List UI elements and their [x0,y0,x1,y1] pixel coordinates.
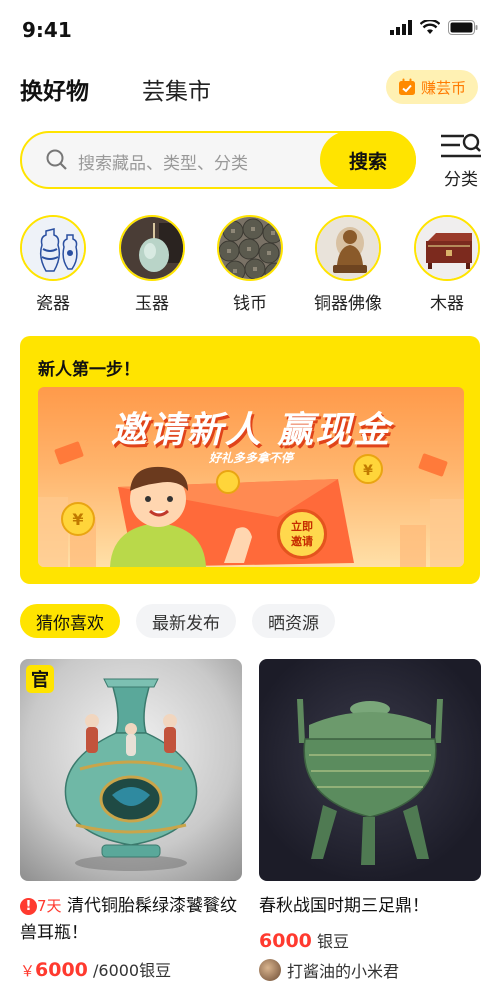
new-user-promo: 新人第一步！ ¥ ¥ 邀请新人 赢现金 好礼多多拿不停 立即 邀请 [20,336,480,584]
tab-exchange-label: 换好物 [20,79,89,105]
currency-symbol: ￥ [20,962,36,980]
wood-icon [414,215,480,281]
signal-icon [390,20,412,35]
category-search-icon [441,133,481,158]
price-unit: 银豆 [316,932,349,951]
price-row: ￥6000 /6000银豆 [20,957,242,981]
invite-label-line1: 立即 [291,520,313,533]
category-porcelain[interactable]: 瓷器 [18,215,88,314]
invite-label-line2: 邀请 [291,535,313,548]
banner-title: 邀请新人 赢现金 [110,410,392,451]
product-price: 6000 [259,930,312,952]
vase-illustration [64,678,198,871]
category-coins[interactable]: 钱币 [215,215,285,314]
product-card[interactable]: 春秋战国时期三足鼎！ 6000 银豆 打酱油的小米君 [259,659,481,982]
search-bar: 搜索藏品、类型、分类 搜索 [20,131,416,189]
banner-subtitle: 好礼多多拿不停 [208,451,293,465]
category-wood[interactable]: 木器 [412,215,482,314]
search-input[interactable]: 搜索藏品、类型、分类 [78,149,248,174]
feed-tabs: 猜你喜欢 最新发布 晒资源 [20,604,335,638]
tripod-ding-illustration [297,699,443,865]
category-label: 瓷器 [36,294,70,314]
official-badge: 官 [26,665,54,693]
product-title-row: ! 7天 清代铜胎髹绿漆饕餮纹兽耳瓶！ [20,893,242,947]
wifi-icon [420,20,440,34]
category-label: 木器 [430,294,464,314]
promo-title: 新人第一步！ [38,360,140,380]
status-time: 9:41 [22,18,72,42]
avatar [259,959,281,981]
invite-now-button[interactable]: 立即 邀请 [277,509,327,559]
bronze-buddha-icon [315,215,381,281]
seller-info[interactable]: 打酱油的小米君 [259,958,481,982]
days-left: 7天 [37,897,62,915]
earn-coins-label: 赚芸币 [420,78,466,97]
category-label: 铜器佛像 [314,294,382,314]
category-label: 钱币 [233,294,267,314]
product-title: 春秋战国时期三足鼎！ [259,896,429,916]
tab-market[interactable]: 芸集市 [142,72,211,106]
category-label: 分类 [444,170,478,190]
coin-icon [217,215,283,281]
earn-coins-button[interactable]: 赚芸币 [386,70,478,104]
calendar-icon [398,78,415,95]
product-image[interactable]: 官 [20,659,242,881]
invite-banner[interactable]: ¥ ¥ 邀请新人 赢现金 好礼多多拿不停 立即 邀请 [38,387,464,567]
category-bronze-buddha[interactable]: 铜器佛像 [313,215,383,314]
porcelain-icon [20,215,86,281]
jade-icon [119,215,185,281]
svg-text:¥: ¥ [72,510,83,529]
category-jade[interactable]: 玉器 [117,215,187,314]
price-row: 6000 银豆 [259,928,481,952]
category-label: 玉器 [135,294,169,314]
battery-icon [448,20,478,35]
status-bar: 9:41 [0,0,500,58]
product-price: 6000 [35,959,88,981]
alt-price: /6000银豆 [93,961,172,980]
alert-icon: ! [20,898,37,915]
category-button[interactable]: 分类 [438,133,484,190]
category-row: 瓷器 玉器 钱币 铜器佛像 木器 [0,215,500,315]
search-button[interactable]: 搜索 [320,131,416,189]
tab-guess-you-like[interactable]: 猜你喜欢 [20,604,120,638]
search-icon [46,149,67,170]
product-card[interactable]: 官 ! 7天 清代铜胎髹绿漆饕餮纹兽耳瓶！ ￥6000 /6000银豆 [20,659,242,981]
status-icons [390,20,478,35]
seller-name: 打酱油的小米君 [287,962,400,981]
tab-exchange[interactable]: 换好物 [20,72,94,108]
product-image[interactable] [259,659,481,881]
top-tabs: 换好物 芸集市 赚芸币 [0,58,500,118]
tab-latest[interactable]: 最新发布 [136,604,236,638]
tab-show-resources[interactable]: 晒资源 [252,604,335,638]
